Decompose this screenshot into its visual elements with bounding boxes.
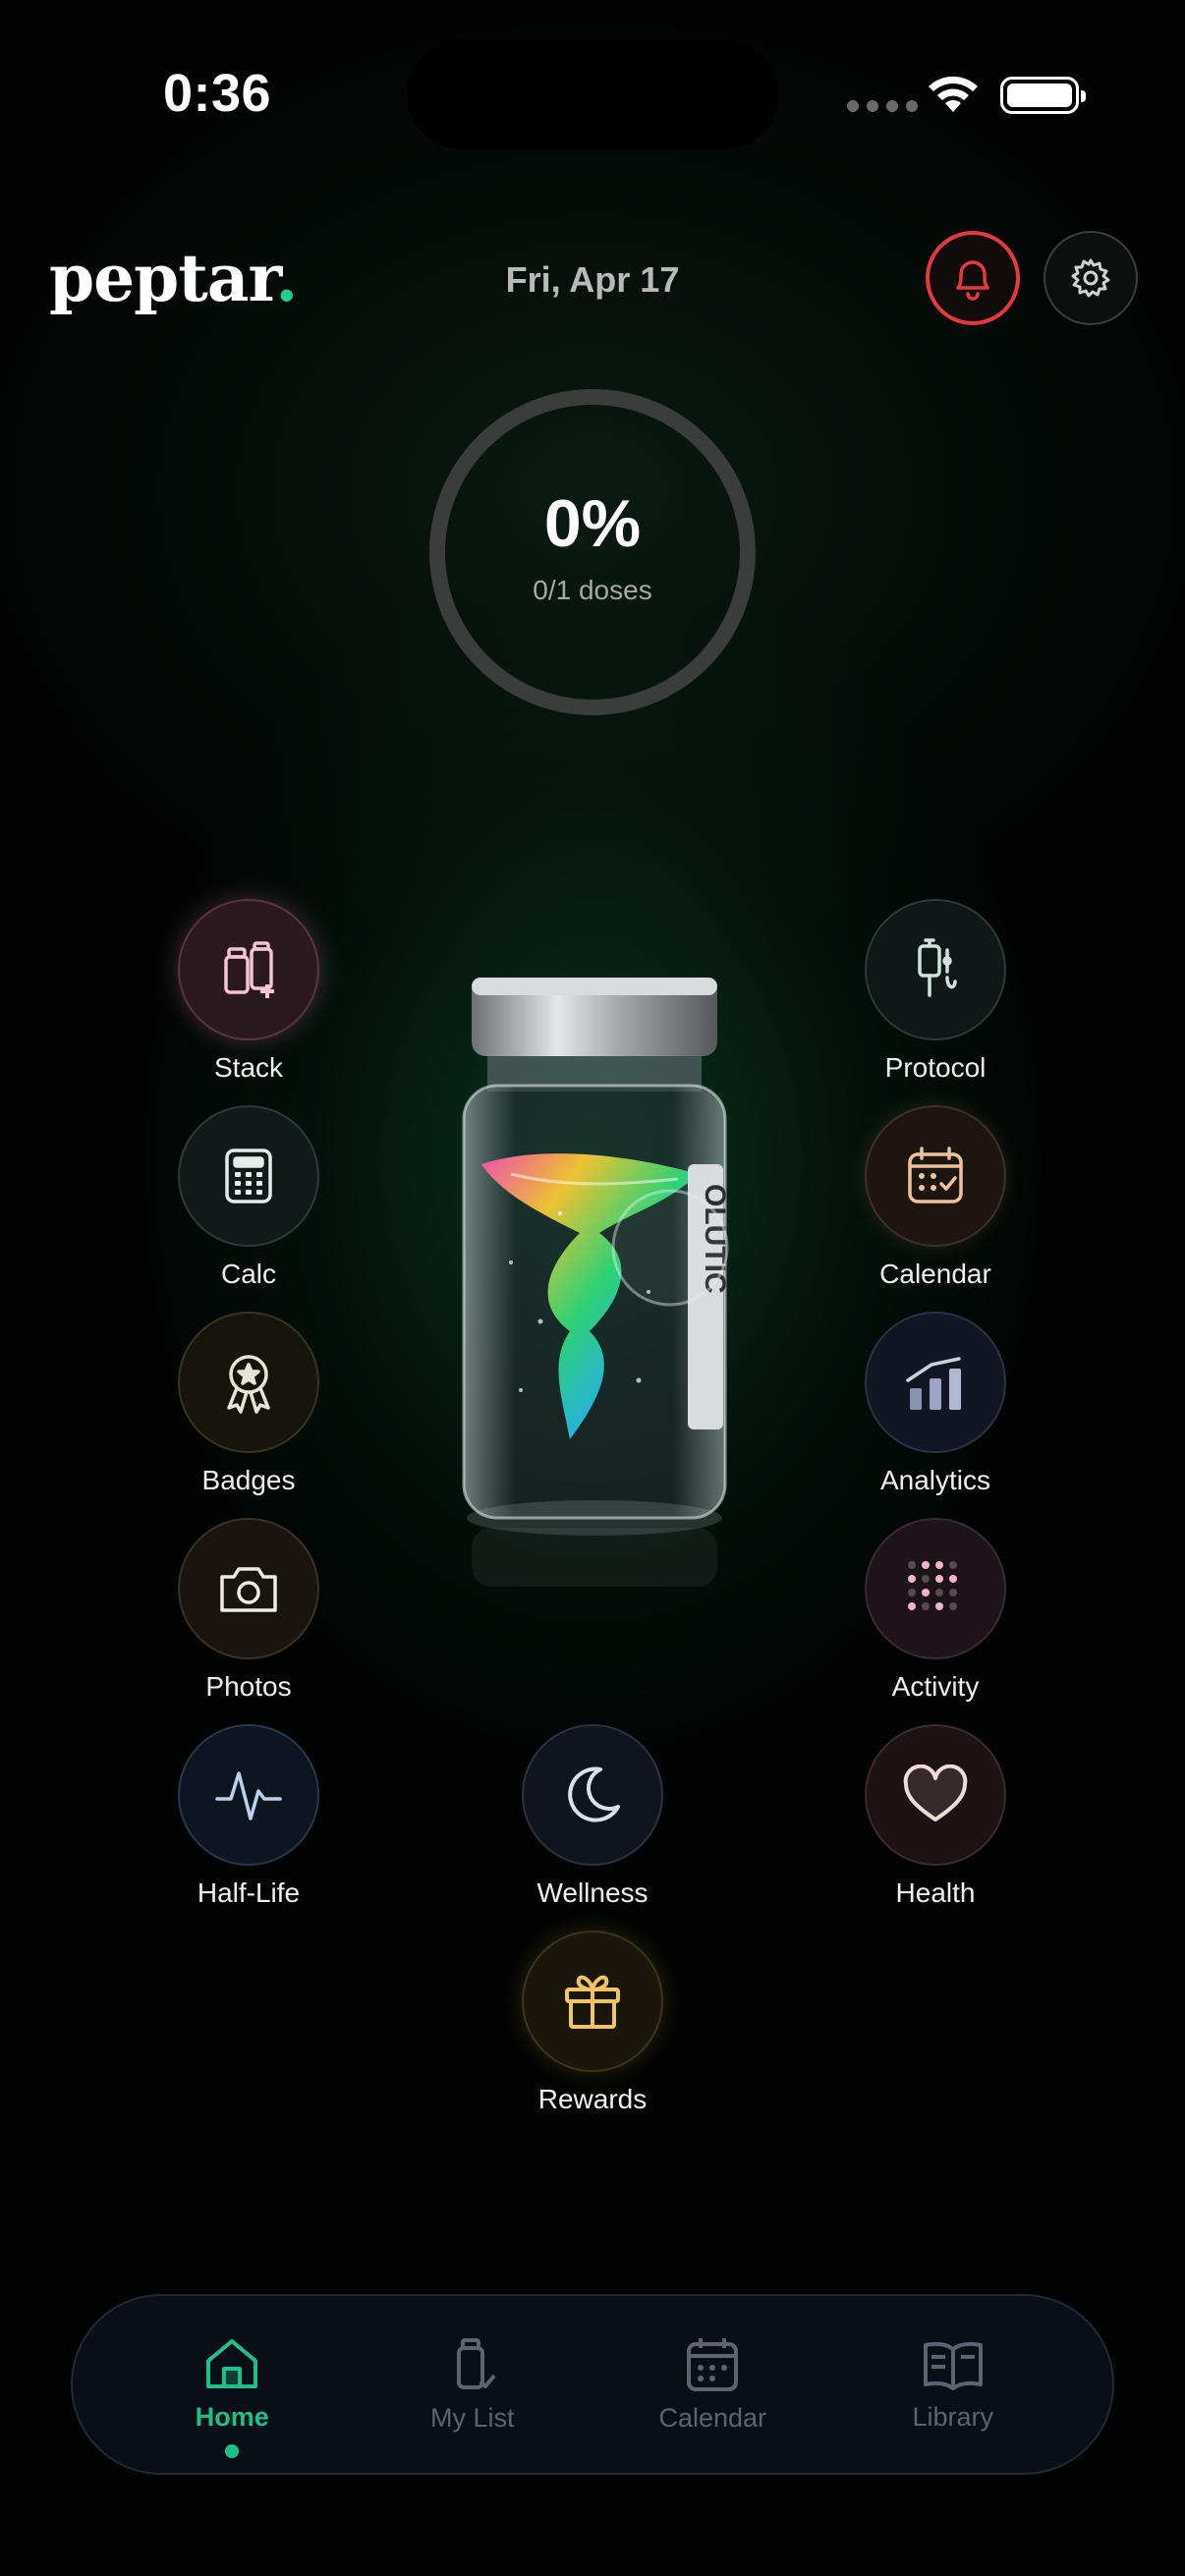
progress-doses: 0/1 doses xyxy=(533,575,652,605)
camera-icon xyxy=(220,1567,277,1612)
tile-stack[interactable]: Stack xyxy=(141,899,357,1095)
tile-protocol-label: Protocol xyxy=(884,1052,987,1083)
tile-analytics[interactable]: Analytics xyxy=(827,1312,1044,1508)
tab-home[interactable]: Home xyxy=(124,2337,340,2458)
book-icon xyxy=(923,2341,983,2390)
tile-health-label: Health xyxy=(895,1877,976,1908)
tile-stack-label: Stack xyxy=(213,1052,284,1083)
tile-photos[interactable]: Photos xyxy=(141,1518,357,1714)
progress-percent: 0% xyxy=(543,486,642,561)
tile-wellness[interactable]: Wellness xyxy=(484,1724,701,1921)
cellular-signal-icon xyxy=(847,100,918,112)
tab-calendar[interactable]: Calendar xyxy=(604,2336,820,2434)
analytics-chart-icon xyxy=(906,1357,961,1410)
pulse-wave-icon xyxy=(215,1771,282,1820)
settings-button[interactable] xyxy=(1044,231,1138,325)
dose-progress-ring[interactable]: 0% 0/1 doses xyxy=(429,389,756,715)
tile-rewards-label: Rewards xyxy=(537,2084,648,2114)
iv-drip-icon xyxy=(918,938,957,997)
tile-half-life-label: Half-Life xyxy=(197,1877,301,1908)
dynamic-island xyxy=(407,39,778,149)
tile-health[interactable]: Health xyxy=(827,1724,1044,1921)
calendar-icon xyxy=(908,1147,963,1204)
tab-my-list-label: My List xyxy=(429,2402,515,2433)
tile-badges-label: Badges xyxy=(201,1465,296,1495)
wifi-icon xyxy=(929,76,978,112)
tile-rewards[interactable]: Rewards xyxy=(484,1931,701,2127)
home-icon xyxy=(206,2338,258,2388)
tile-protocol[interactable]: Protocol xyxy=(827,899,1044,1095)
tab-my-list[interactable]: My List xyxy=(365,2336,581,2434)
gear-icon xyxy=(1071,258,1110,298)
active-tab-indicator xyxy=(225,2443,240,2458)
calculator-icon xyxy=(225,1148,272,1204)
moon-icon xyxy=(568,1766,620,1822)
tab-home-label: Home xyxy=(195,2401,269,2432)
tile-calendar[interactable]: Calendar xyxy=(827,1105,1044,1302)
activity-dots-icon xyxy=(908,1561,957,1610)
notifications-button[interactable] xyxy=(926,231,1020,325)
battery-icon xyxy=(1000,77,1086,114)
tile-activity[interactable]: Activity xyxy=(827,1518,1044,1714)
award-badge-icon xyxy=(227,1355,270,1414)
tile-wellness-label: Wellness xyxy=(536,1877,649,1908)
tile-activity-label: Activity xyxy=(891,1671,980,1702)
tab-library[interactable]: Library xyxy=(845,2337,1061,2433)
heart-icon xyxy=(903,1764,968,1821)
calendar-tab-icon xyxy=(687,2337,739,2391)
bell-icon xyxy=(956,260,989,301)
tile-half-life[interactable]: Half-Life xyxy=(141,1724,357,1921)
peptide-vial-image: OLUTIC xyxy=(462,978,731,1587)
tile-calc[interactable]: Calc xyxy=(141,1105,357,1302)
vial-check-icon xyxy=(456,2337,496,2389)
stack-vials-icon xyxy=(224,941,274,998)
tile-analytics-label: Analytics xyxy=(879,1465,991,1495)
tile-badges[interactable]: Badges xyxy=(141,1312,357,1508)
tab-calendar-label: Calendar xyxy=(658,2402,767,2433)
tile-calendar-label: Calendar xyxy=(879,1259,991,1289)
tile-calc-label: Calc xyxy=(220,1259,276,1289)
tile-photos-label: Photos xyxy=(205,1671,292,1702)
home-screen: 0:36 peptar. Fri, Apr 17 0% 0/1 doses St… xyxy=(0,0,1185,2576)
bottom-tab-bar: Home My List Calendar Library xyxy=(71,2294,1114,2475)
tab-library-label: Library xyxy=(912,2401,994,2432)
gift-icon xyxy=(565,1975,620,2029)
status-time: 0:36 xyxy=(163,64,272,123)
